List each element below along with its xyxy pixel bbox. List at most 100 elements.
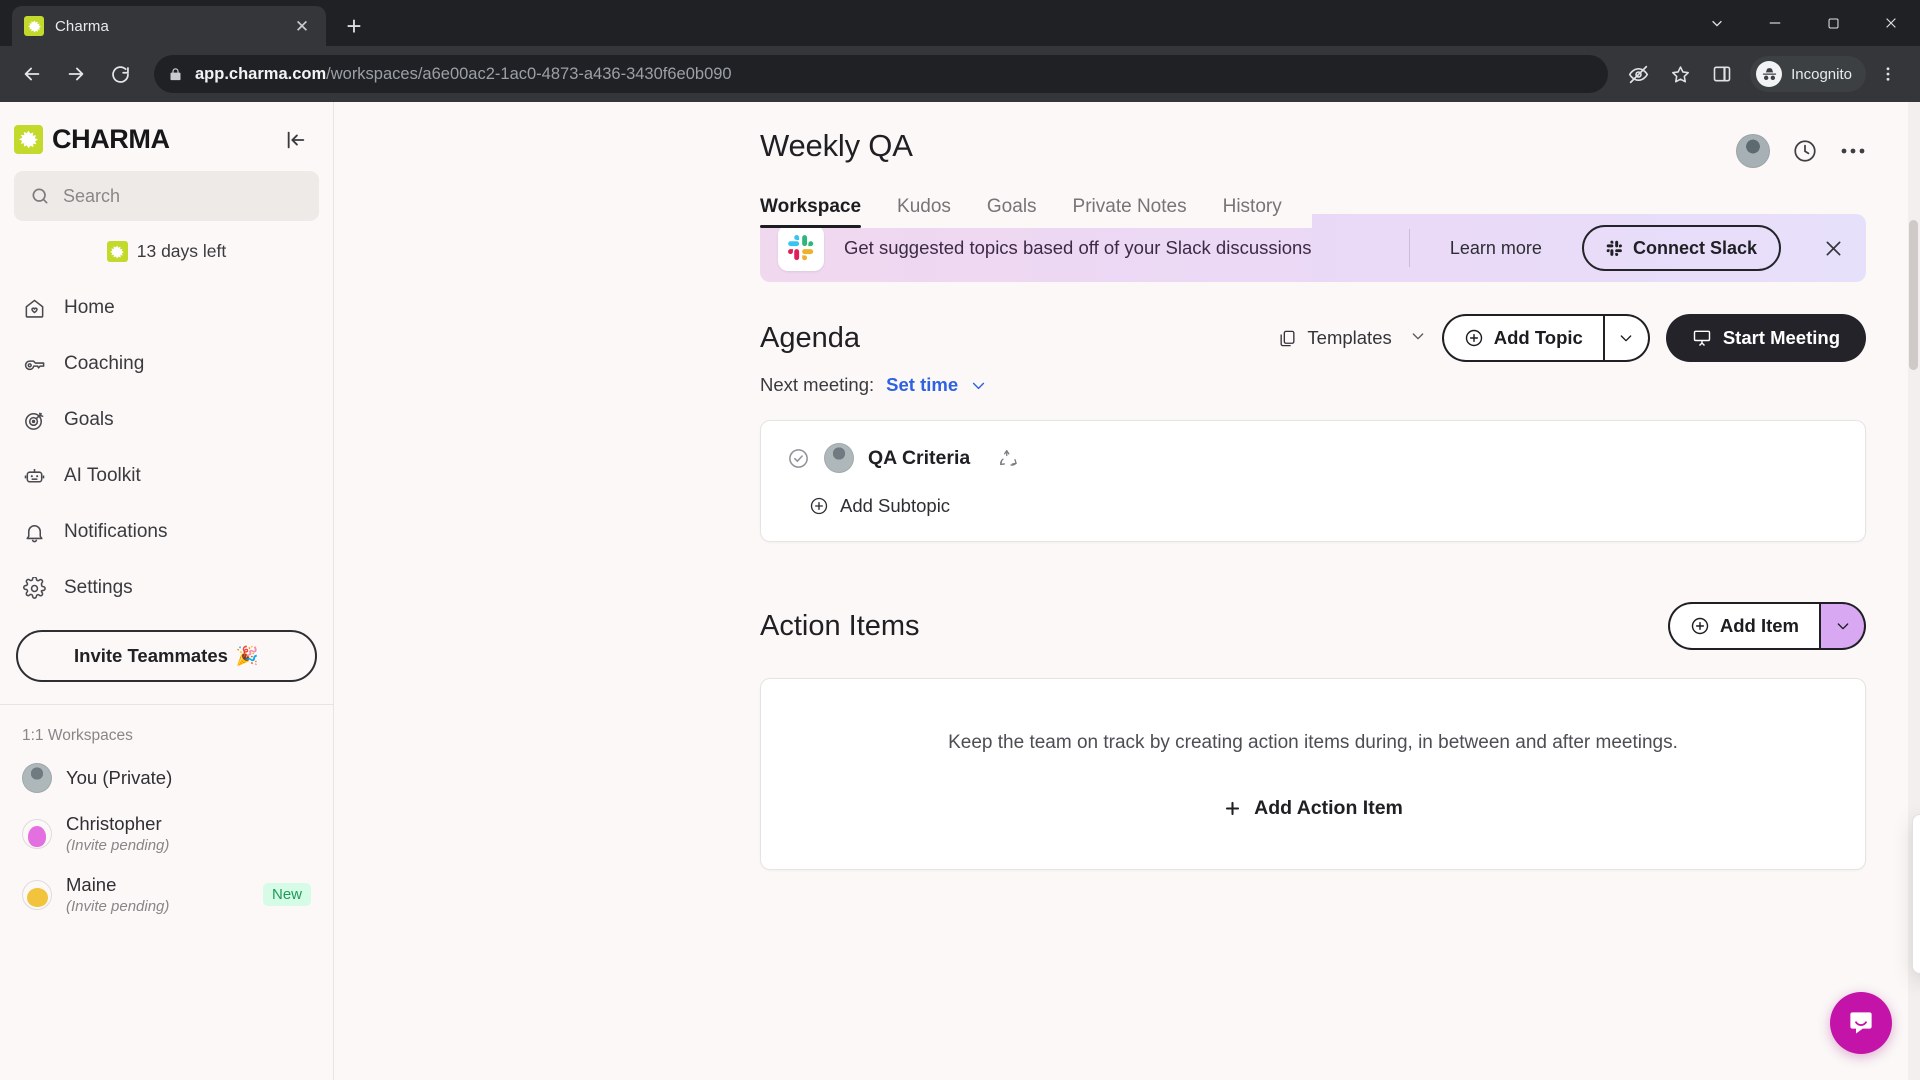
charma-burst-icon	[14, 125, 43, 154]
url-host: app.charma.com	[195, 64, 327, 83]
side-panel-icon[interactable]	[1702, 54, 1742, 94]
bell-icon	[22, 521, 47, 544]
templates-button[interactable]: Templates	[1278, 327, 1425, 349]
sidebar-item-coaching[interactable]: Coaching	[0, 336, 333, 392]
workspace-item-you[interactable]: You (Private)	[0, 753, 333, 803]
tab-workspace[interactable]: Workspace	[760, 196, 862, 228]
add-topic-dropdown-toggle[interactable]	[1603, 314, 1650, 362]
chevron-down-icon[interactable]	[970, 377, 987, 394]
add-item-dropdown-menu: Add Item Add Sub-item Record Video Item	[1912, 814, 1920, 974]
workspace-text: Maine (Invite pending)	[66, 874, 169, 915]
sidebar: CHARMA Search 13 days left Home Coaching…	[0, 102, 334, 1080]
brand-name: CHARMA	[52, 124, 170, 154]
workspace-item-christopher[interactable]: Christopher (Invite pending)	[0, 803, 333, 864]
browser-tab-strip: Charma ✕ +	[0, 0, 1920, 46]
start-meeting-button[interactable]: Start Meeting	[1665, 314, 1866, 362]
close-icon[interactable]: ✕	[290, 14, 314, 38]
workspace-name: Christopher	[66, 813, 162, 834]
sidebar-item-ai-toolkit[interactable]: AI Toolkit	[0, 448, 333, 504]
chevron-down-icon[interactable]	[1410, 327, 1426, 349]
plus-icon	[1223, 799, 1242, 818]
avatar	[824, 443, 854, 473]
set-time-link[interactable]: Set time	[886, 374, 958, 396]
forward-arrow-icon[interactable]	[56, 54, 96, 94]
eye-slash-icon[interactable]	[1618, 54, 1658, 94]
tab-history[interactable]: History	[1223, 196, 1282, 228]
learn-more-link[interactable]: Learn more	[1430, 238, 1562, 259]
address-bar-url: app.charma.com/workspaces/a6e00ac2-1ac0-…	[195, 65, 732, 84]
close-icon[interactable]	[1862, 0, 1920, 46]
home-heart-icon	[22, 297, 47, 320]
add-item-label: Add Item	[1719, 615, 1799, 636]
action-items-empty-state: Keep the team on track by creating actio…	[760, 678, 1866, 871]
add-subtopic-button[interactable]: Add Subtopic	[809, 495, 1839, 517]
action-items-header: Action Items Add Item	[760, 602, 1866, 650]
templates-label: Templates	[1307, 327, 1392, 348]
add-subtopic-label: Add Subtopic	[840, 495, 951, 516]
sidebar-item-label: Coaching	[64, 353, 145, 374]
browser-tab-title: Charma	[55, 17, 109, 35]
workspaces-heading: 1:1 Workspaces	[22, 727, 133, 744]
collapse-sidebar-icon[interactable]	[281, 125, 311, 155]
window-controls	[1688, 0, 1920, 46]
agenda-title: Agenda	[760, 321, 860, 354]
menu-item-record-video-item[interactable]: Record Video Item	[1913, 917, 1920, 961]
page-body: CHARMA Search 13 days left Home Coaching…	[0, 102, 1920, 1080]
sidebar-item-label: Settings	[64, 577, 133, 598]
incognito-profile-button[interactable]: Incognito	[1750, 56, 1866, 92]
add-topic-button[interactable]: Add Topic	[1441, 314, 1604, 362]
add-item-dropdown-toggle[interactable]	[1820, 602, 1866, 650]
add-item-split-button: Add Item	[1667, 602, 1866, 650]
toolbar-right-actions: Incognito	[1618, 54, 1908, 94]
robot-icon	[22, 465, 47, 488]
plus-circle-icon	[809, 496, 829, 516]
tab-private-notes[interactable]: Private Notes	[1073, 196, 1187, 228]
sidebar-item-notifications[interactable]: Notifications	[0, 504, 333, 560]
tab-kudos[interactable]: Kudos	[897, 196, 951, 228]
new-tab-button[interactable]: +	[336, 8, 372, 44]
address-bar[interactable]: app.charma.com/workspaces/a6e00ac2-1ac0-…	[154, 55, 1609, 93]
url-path: /workspaces/a6e00ac2-1ac0-4873-a436-3430…	[326, 64, 732, 83]
invite-label: Invite Teammates	[74, 645, 228, 666]
agenda-actions: Templates Add Topic Start Meeting	[1278, 314, 1866, 362]
menu-item-add-item[interactable]: Add Item	[1913, 829, 1920, 873]
add-topic-label: Add Topic	[1493, 327, 1583, 348]
workspace-status: (Invite pending)	[66, 898, 170, 916]
menu-item-add-sub-item[interactable]: Add Sub-item	[1913, 873, 1920, 917]
sidebar-nav: Home Coaching Goals AI Toolkit Notificat…	[0, 278, 333, 616]
brand-logo[interactable]: CHARMA	[14, 124, 170, 155]
trial-status[interactable]: 13 days left	[0, 221, 333, 278]
tab-goals[interactable]: Goals	[987, 196, 1037, 228]
avatar	[22, 818, 52, 849]
scrollbar-thumb[interactable]	[1909, 220, 1918, 370]
plus-circle-icon	[1464, 328, 1484, 348]
lock-icon	[168, 67, 183, 82]
topic-row[interactable]: QA Criteria	[787, 443, 1839, 473]
maximize-icon[interactable]	[1804, 0, 1862, 46]
close-icon[interactable]	[1801, 238, 1844, 259]
minimize-icon[interactable]	[1746, 0, 1804, 46]
sidebar-item-label: Home	[64, 297, 115, 318]
add-action-item-button[interactable]: Add Action Item	[1223, 797, 1403, 820]
reload-icon[interactable]	[100, 54, 140, 94]
add-item-button[interactable]: Add Item	[1667, 602, 1820, 650]
browser-tab[interactable]: Charma ✕	[12, 6, 326, 46]
slack-icon	[778, 225, 824, 271]
chevron-down-icon[interactable]	[1688, 0, 1746, 46]
star-icon[interactable]	[1660, 54, 1700, 94]
intercom-chat-button[interactable]	[1830, 992, 1892, 1054]
search-input[interactable]: Search	[14, 171, 319, 221]
connect-slack-button[interactable]: Connect Slack	[1581, 225, 1781, 271]
search-icon	[30, 186, 50, 206]
back-arrow-icon[interactable]	[12, 54, 52, 94]
check-circle-icon[interactable]	[787, 447, 810, 470]
whistle-icon	[22, 353, 47, 376]
sidebar-item-goals[interactable]: Goals	[0, 392, 333, 448]
recycle-icon[interactable]	[998, 448, 1019, 469]
workspace-item-maine[interactable]: Maine (Invite pending) New	[0, 864, 333, 925]
agenda-topic-card: QA Criteria Add Subtopic	[760, 420, 1866, 542]
kebab-menu-icon[interactable]	[1868, 54, 1908, 94]
sidebar-item-settings[interactable]: Settings	[0, 560, 333, 616]
invite-teammates-button[interactable]: Invite Teammates 🎉	[16, 630, 317, 682]
sidebar-item-home[interactable]: Home	[0, 280, 333, 336]
